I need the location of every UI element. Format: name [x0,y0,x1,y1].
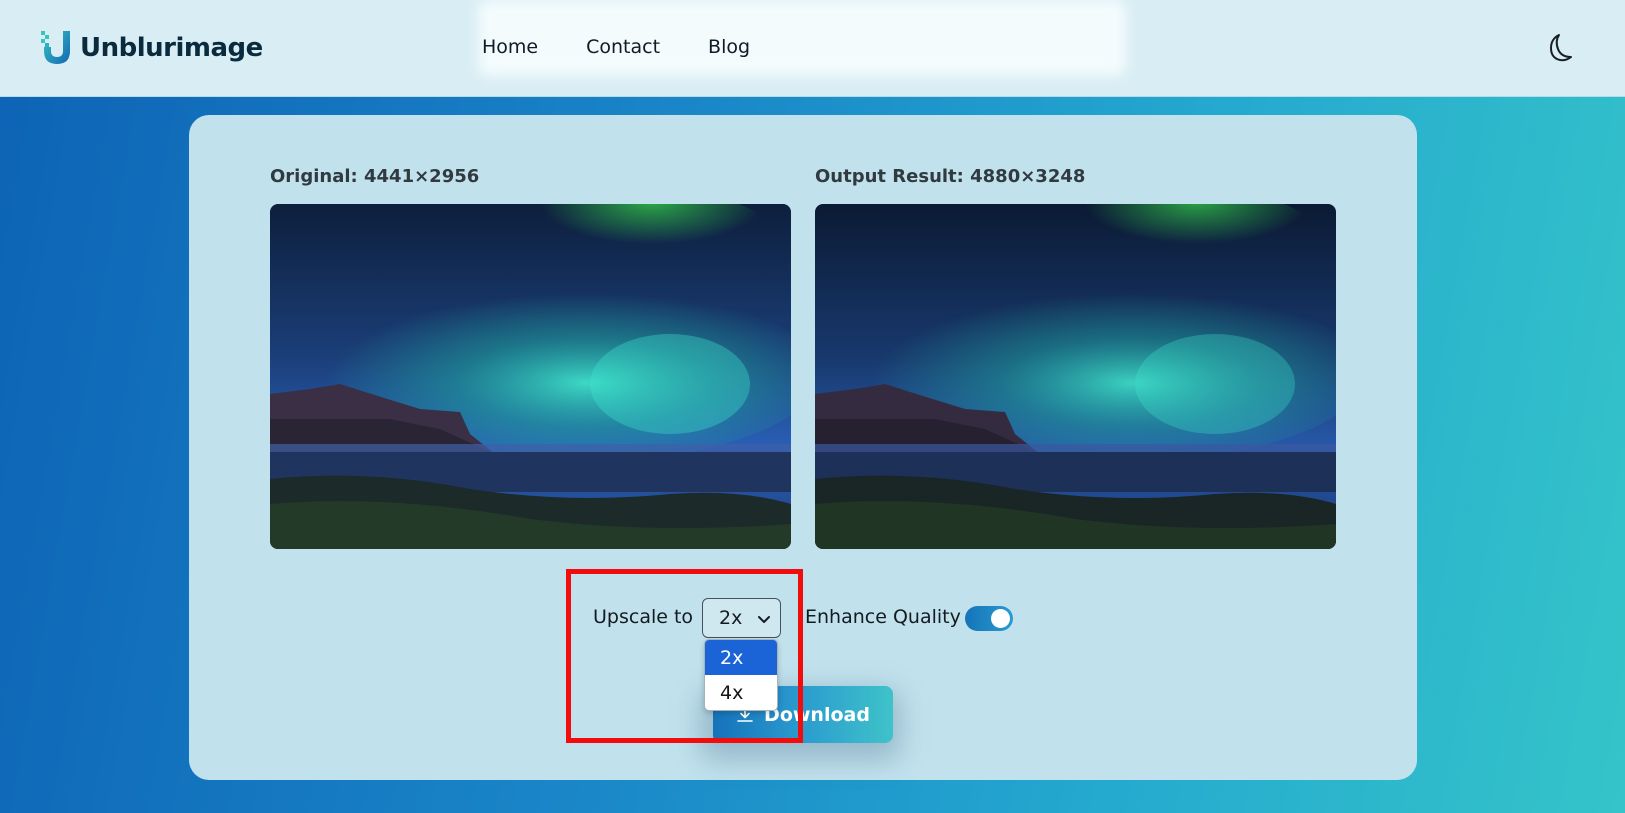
nav-link-home[interactable]: Home [482,36,538,58]
output-size-label: Output Result: 4880×3248 [815,166,1086,187]
moon-icon[interactable] [1545,32,1575,64]
output-image [815,204,1336,549]
logo-icon [41,31,70,64]
original-image [270,204,791,549]
brand-name: Unblurimage [80,33,263,63]
nav-link-blog[interactable]: Blog [708,36,750,58]
original-size-label: Original: 4441×2956 [270,166,480,187]
site-header: Unblurimage Home Contact Blog [0,0,1625,97]
enhance-quality-label: Enhance Quality [805,606,961,628]
highlight-box [566,569,803,743]
enhance-quality-toggle[interactable] [965,606,1013,631]
nav-link-contact[interactable]: Contact [586,36,660,58]
brand-logo[interactable]: Unblurimage [40,28,263,68]
main-nav: Home Contact Blog [482,36,798,58]
toggle-knob [991,609,1010,628]
